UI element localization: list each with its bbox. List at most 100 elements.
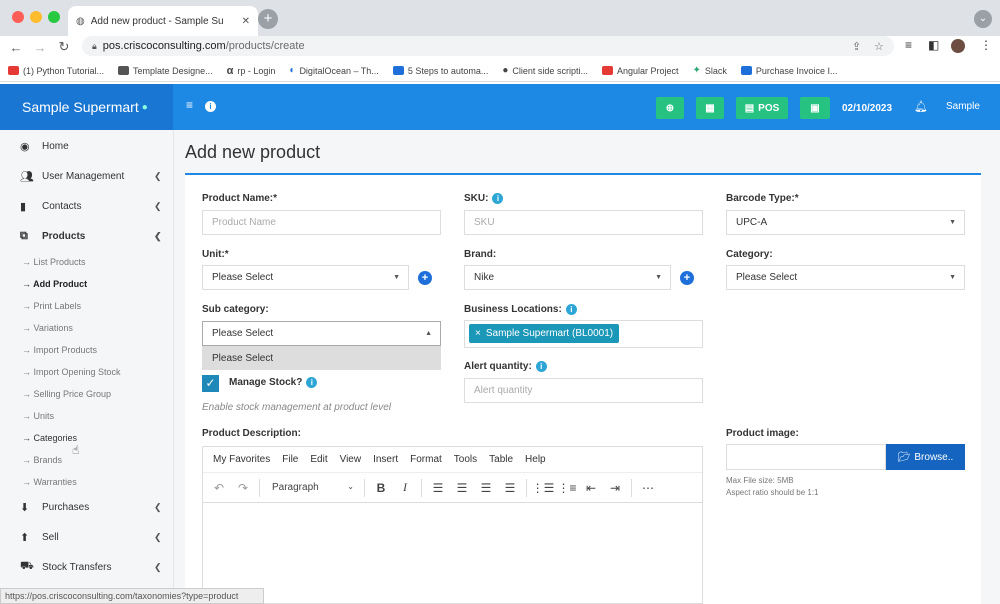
info-icon[interactable]: i	[535, 361, 547, 372]
sidebar-item-contacts[interactable]: ▮ Contacts ❮	[0, 193, 174, 219]
menu-my-favorites[interactable]: My Favorites	[213, 454, 270, 465]
minimize-window-button[interactable]	[30, 11, 42, 23]
align-justify-icon[interactable]: ☰	[498, 481, 522, 495]
undo-icon[interactable]: ↶	[207, 481, 231, 495]
user-menu[interactable]: Sample	[946, 101, 980, 112]
bell-icon[interactable]: 🔔︎	[914, 100, 928, 113]
bookmark-item[interactable]: Purchase Invoice I...	[740, 66, 837, 76]
brand-logo[interactable]: Sample Supermart ●	[0, 84, 173, 130]
brand-select[interactable]: Nike ▼	[464, 265, 671, 290]
close-tab-icon[interactable]: ✕	[242, 16, 250, 27]
browser-menu-icon[interactable]: ⋮	[980, 38, 992, 52]
menu-file[interactable]: File	[282, 454, 298, 465]
pos-button[interactable]: ▤ POS	[736, 97, 788, 119]
browse-button[interactable]: 📂︎ Browse..	[886, 444, 965, 470]
brand-label: Brand:	[464, 249, 497, 260]
submenu-print-labels[interactable]: → Print Labels	[22, 301, 81, 311]
star-icon[interactable]: ☆	[874, 40, 884, 53]
block-format-select[interactable]: Paragraph ⌄	[264, 482, 360, 493]
add-brand-button[interactable]: +	[680, 271, 694, 285]
calculator-button[interactable]: ▦	[696, 97, 724, 119]
sidebar-item-sell[interactable]: ⬆ Sell ❮	[0, 524, 174, 550]
maximize-window-button[interactable]	[48, 11, 60, 23]
sidebar-toggle-icon[interactable]: ◧	[928, 38, 939, 52]
sidebar-item-products[interactable]: ⧉ Products ❮	[0, 223, 174, 249]
submenu-selling-price-group[interactable]: → Selling Price Group	[22, 389, 111, 399]
bold-icon[interactable]: B	[369, 481, 393, 495]
sidebar-item-stock-transfers[interactable]: ⛟ Stock Transfers ❮	[0, 554, 174, 580]
bookmark-item[interactable]: ✦ Slack	[693, 65, 727, 76]
submenu-brands[interactable]: → Brands	[22, 455, 62, 465]
forward-icon[interactable]: →	[28, 40, 52, 55]
submenu-label: Import Products	[33, 345, 98, 355]
align-right-icon[interactable]: ☰	[474, 481, 498, 495]
submenu-variations[interactable]: → Variations	[22, 323, 73, 333]
address-bar[interactable]: 🔒︎ pos.criscoconsulting.com/products/cre…	[82, 36, 894, 56]
image-file-input[interactable]	[726, 444, 886, 470]
new-tab-button[interactable]: +	[258, 9, 278, 29]
menu-table[interactable]: Table	[489, 454, 513, 465]
category-select[interactable]: Please Select ▼	[726, 265, 965, 290]
brand-value: Nike	[474, 272, 495, 283]
submenu-categories[interactable]: → Categories	[22, 433, 77, 443]
align-center-icon[interactable]: ☰	[450, 481, 474, 495]
hamburger-icon[interactable]: ≡	[186, 98, 193, 112]
dropdown-option[interactable]: Please Select	[202, 346, 441, 370]
product-name-input[interactable]: Product Name	[202, 210, 441, 235]
remove-tag-icon[interactable]: ×	[475, 328, 481, 339]
menu-tools[interactable]: Tools	[454, 454, 477, 465]
bookmark-item[interactable]: Template Designe...	[118, 66, 213, 76]
bookmark-item[interactable]: α rp - Login	[227, 65, 276, 77]
menu-edit[interactable]: Edit	[310, 454, 327, 465]
sku-input[interactable]: SKU	[464, 210, 703, 235]
bookmark-item[interactable]: Angular Project	[601, 66, 679, 76]
bookmark-item[interactable]: ◐ DigitalOcean – Th...	[289, 65, 378, 76]
outdent-icon[interactable]: ⇤	[579, 481, 603, 495]
sidebar-item-home[interactable]: ◉ Home	[0, 133, 174, 159]
avatar[interactable]	[951, 39, 965, 53]
bookmark-item[interactable]: 5 Steps to automa...	[392, 66, 488, 76]
bullet-list-icon[interactable]: ⋮☰	[531, 481, 555, 495]
menu-format[interactable]: Format	[410, 454, 442, 465]
money-button[interactable]: ▣	[800, 97, 830, 119]
redo-icon[interactable]: ↷	[231, 481, 255, 495]
barcode-type-select[interactable]: UPC-A ▼	[726, 210, 965, 235]
reading-list-icon[interactable]: ≡	[905, 38, 912, 52]
tab-search-icon[interactable]: ⌄	[974, 10, 992, 28]
add-circle-button[interactable]: ⊕	[656, 97, 684, 119]
close-window-button[interactable]	[12, 11, 24, 23]
info-icon[interactable]: i	[565, 304, 577, 315]
bookmark-item[interactable]: ● Client side scripti...	[502, 65, 588, 76]
unit-select[interactable]: Please Select ▼	[202, 265, 409, 290]
rich-text-editor: My Favorites File Edit View Insert Forma…	[202, 446, 703, 604]
sidebar-item-user-management[interactable]: 👥︎ User Management ❮	[0, 163, 174, 189]
reload-icon[interactable]: ↻	[52, 39, 76, 55]
info-icon[interactable]: i	[492, 193, 504, 204]
menu-insert[interactable]: Insert	[373, 454, 398, 465]
italic-icon[interactable]: I	[393, 480, 417, 495]
menu-help[interactable]: Help	[525, 454, 546, 465]
browser-tab[interactable]: ◍ Add new product - Sample Su ✕	[68, 6, 258, 36]
numbered-list-icon[interactable]: ⋮≡	[555, 481, 579, 495]
info-icon[interactable]: i	[306, 377, 318, 388]
subcategory-select[interactable]: Please Select ▲	[202, 321, 441, 346]
submenu-list-products[interactable]: → List Products	[22, 257, 86, 267]
back-icon[interactable]: ←	[4, 40, 28, 55]
alert-quantity-input[interactable]: Alert quantity	[464, 378, 703, 403]
bookmark-item[interactable]: (1) Python Tutorial...	[8, 66, 104, 76]
submenu-import-products[interactable]: → Import Products	[22, 345, 97, 355]
submenu-import-opening-stock[interactable]: → Import Opening Stock	[22, 367, 121, 377]
info-icon[interactable]: i	[205, 101, 216, 112]
location-tag[interactable]: × Sample Supermart (BL0001)	[469, 324, 620, 343]
menu-view[interactable]: View	[340, 454, 362, 465]
add-unit-button[interactable]: +	[418, 271, 432, 285]
submenu-add-product[interactable]: → Add Product	[22, 279, 87, 289]
more-icon[interactable]: ⋯	[636, 481, 660, 495]
manage-stock-checkbox[interactable]: ✓	[202, 375, 219, 392]
indent-icon[interactable]: ⇥	[603, 481, 627, 495]
sidebar-item-purchases[interactable]: ⬇ Purchases ❮	[0, 494, 174, 520]
submenu-warranties[interactable]: → Warranties	[22, 477, 77, 487]
submenu-units[interactable]: → Units	[22, 411, 54, 421]
share-icon[interactable]: ⇪	[852, 40, 861, 53]
align-left-icon[interactable]: ☰	[426, 481, 450, 495]
